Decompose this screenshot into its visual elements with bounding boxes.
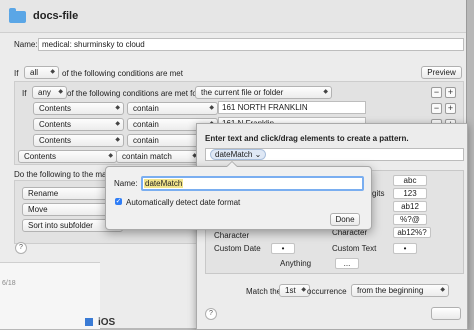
popover-name-label: Name: <box>114 179 138 188</box>
chevron-updown-icon: ◆ <box>115 137 120 143</box>
condition-attribute-value: Contents <box>24 152 57 161</box>
pattern-instruction: Enter text and click/drag elements to cr… <box>205 134 409 143</box>
chevron-updown-icon: ◆ <box>108 153 113 159</box>
group-quantifier-value: any <box>38 88 51 97</box>
add-group-button[interactable]: + <box>445 87 456 98</box>
name-label: Name: <box>14 40 38 49</box>
preview-button[interactable]: Preview <box>421 66 462 79</box>
occurrence-index-value: 1st <box>285 286 296 295</box>
group-quantifier-select[interactable]: any ◆ <box>32 86 67 99</box>
condition-attribute-select[interactable]: Contents ◆ <box>33 134 124 147</box>
group-if-label: If <box>22 89 27 98</box>
add-condition-button[interactable]: + <box>445 103 456 114</box>
custom-text-element[interactable]: • <box>393 243 417 254</box>
chevron-updown-icon: ◆ <box>115 105 120 111</box>
condition-operator-value: contain <box>133 136 159 145</box>
digits-element[interactable]: 123 <box>393 188 427 199</box>
letters-element[interactable]: abc <box>393 175 427 186</box>
occurrence-index-select[interactable]: 1st ◆ <box>279 284 310 297</box>
condition-operator-value: contain <box>133 104 159 113</box>
pattern-action-button[interactable] <box>431 307 461 320</box>
file-icon <box>85 318 93 326</box>
actions-label: Do the following to the mate <box>14 170 114 179</box>
window-title: docs-file <box>33 10 79 22</box>
condition-attribute-value: Contents <box>39 120 72 129</box>
chevron-updown-icon: ◆ <box>440 287 445 293</box>
condition-operator-value: contain match <box>122 152 172 161</box>
custom-date-label: Custom Date <box>214 244 261 253</box>
match-label: Match the <box>246 287 282 296</box>
pattern-token-label: dateMatch <box>215 150 253 159</box>
action-value: Move <box>28 205 48 214</box>
date-match-name-value: dateMatch <box>144 179 184 188</box>
occurrence-mode-value: from the beginning <box>357 286 424 295</box>
chevron-updown-icon: ◆ <box>301 287 306 293</box>
digits-label: gits <box>372 189 385 198</box>
group-conditions-label: of the following conditions are met for <box>67 89 200 98</box>
condition-attribute-select[interactable]: Contents ◆ <box>33 102 124 115</box>
if-label: If <box>14 69 19 78</box>
character-label-left: Character <box>214 231 250 240</box>
alphanumeric-element[interactable]: ab12 <box>393 201 427 212</box>
custom-text-label: Custom Text <box>332 244 377 253</box>
chevron-updown-icon: ◆ <box>50 69 55 75</box>
remove-condition-button[interactable]: − <box>431 103 442 114</box>
chevron-updown-icon: ◆ <box>58 89 63 95</box>
action-value: Rename <box>28 189 59 198</box>
popover-arrow-fill <box>227 162 237 167</box>
folder-icon <box>9 8 26 23</box>
condition-attribute-value: Contents <box>39 104 72 113</box>
condition-attribute-select[interactable]: Contents ◆ <box>33 118 124 131</box>
custom-date-element[interactable]: • <box>271 243 295 254</box>
condition-operator-select[interactable]: contain match ◆ <box>116 150 201 163</box>
done-button[interactable]: Done <box>330 213 360 226</box>
pattern-token[interactable]: dateMatch ⌄ <box>210 149 267 160</box>
condition-operator-select[interactable]: contain ◆ <box>127 102 218 115</box>
remove-group-button[interactable]: − <box>431 87 442 98</box>
chevron-updown-icon: ◆ <box>115 121 120 127</box>
auto-detect-checkbox[interactable]: ✓ <box>115 198 122 205</box>
symbols-element[interactable]: %?@ <box>393 214 427 225</box>
condition-attribute-select[interactable]: Contents ◆ <box>18 150 117 163</box>
chevron-updown-icon: ◆ <box>209 105 214 111</box>
background-date: 6/18 <box>2 280 16 287</box>
pattern-help-button[interactable]: ? <box>205 308 217 320</box>
selected-text: dateMatch <box>144 179 184 188</box>
auto-detect-label: Automatically detect date format <box>126 198 241 207</box>
occurrence-mode-select[interactable]: from the beginning ◆ <box>351 284 449 297</box>
chevron-down-icon: ⌄ <box>254 150 262 159</box>
quantifier-select[interactable]: all ◆ <box>24 66 59 79</box>
any-character-element[interactable]: ab12%? <box>393 227 431 238</box>
anything-label: Anything <box>280 259 312 268</box>
conditions-met-label: of the following conditions are met <box>62 69 183 78</box>
chevron-updown-icon: ◆ <box>323 89 328 95</box>
target-value: the current file or folder <box>201 88 284 97</box>
rule-name-input[interactable]: medical: shurminsky to cloud <box>38 38 464 51</box>
target-select[interactable]: the current file or folder ◆ <box>195 86 332 99</box>
condition-attribute-value: Contents <box>39 136 72 145</box>
condition-value-input[interactable]: 161 NORTH FRANKLIN <box>218 101 366 114</box>
help-button[interactable]: ? <box>15 242 27 254</box>
condition-operator-value: contain <box>133 120 159 129</box>
occurrence-label: occurrence <box>307 287 347 296</box>
background-caption: iOS <box>98 317 116 328</box>
quantifier-value: all <box>30 68 39 77</box>
action-value: Sort into subfolder <box>28 221 93 230</box>
anything-element[interactable]: ... <box>335 258 359 269</box>
